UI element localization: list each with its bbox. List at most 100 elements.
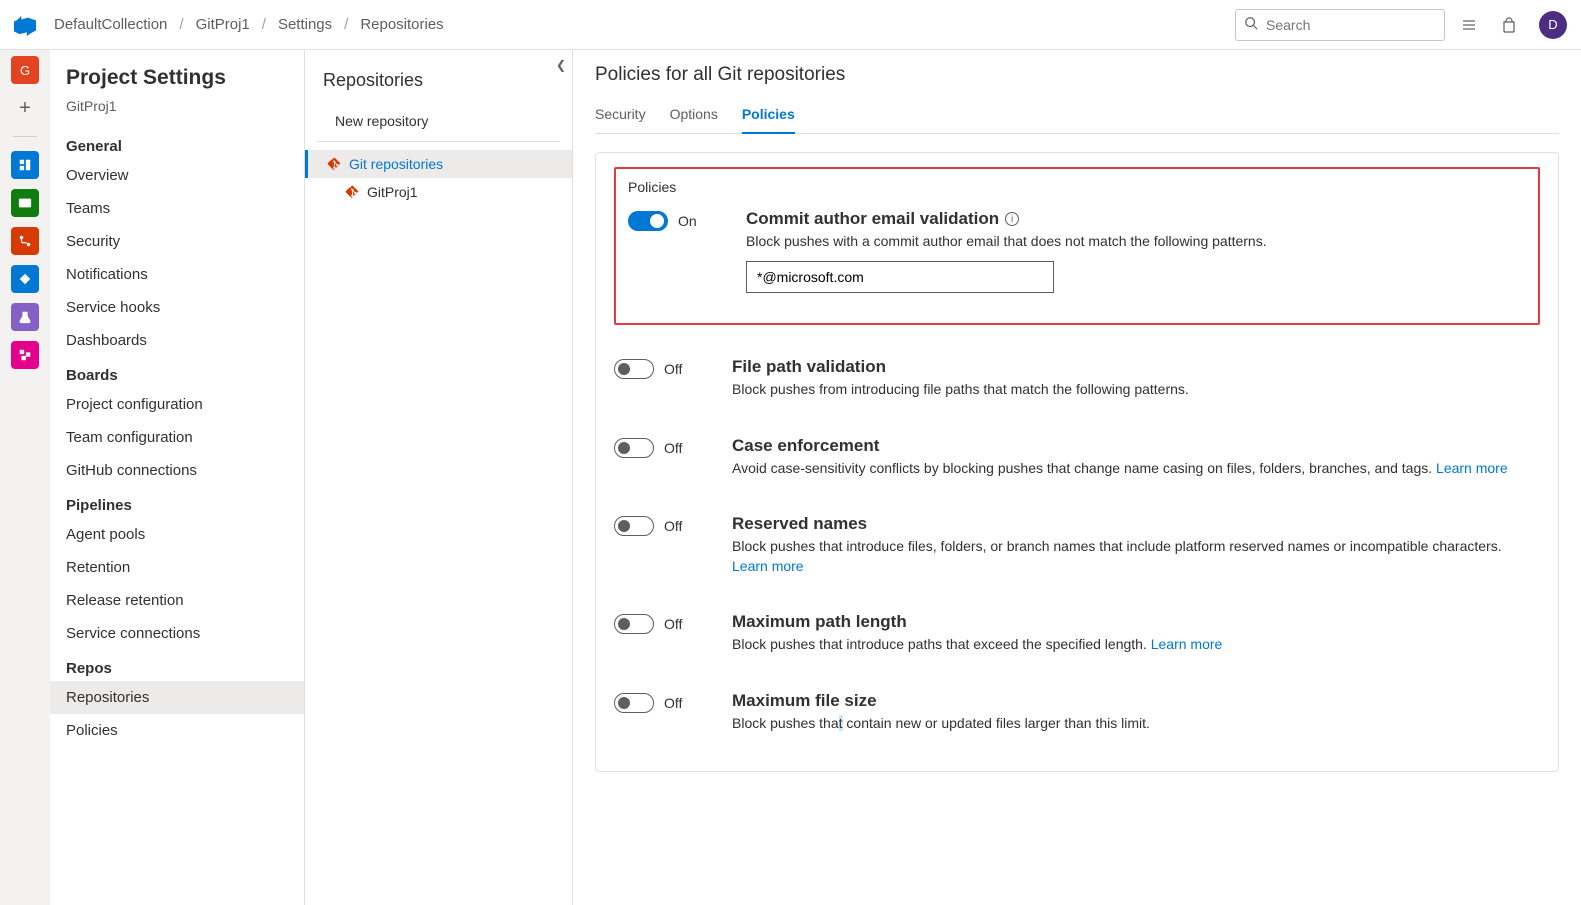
nav-item-service-connections[interactable]: Service connections: [50, 617, 304, 650]
learn-more-link[interactable]: Learn more: [732, 558, 804, 574]
email-pattern-input[interactable]: [746, 261, 1054, 293]
nav-item-policies[interactable]: Policies: [50, 714, 304, 747]
repo-tree-item[interactable]: GitProj1: [305, 178, 572, 206]
rail-add-button[interactable]: +: [11, 94, 39, 122]
policy-description: Block pushes that contain new or updated…: [732, 713, 1150, 733]
breadcrumb-separator: /: [344, 16, 348, 33]
policy-description: Avoid case-sensitivity conflicts by bloc…: [732, 458, 1508, 478]
policy-title: Reserved names: [732, 514, 1540, 534]
repo-pane-title: Repositories: [305, 64, 572, 105]
nav-item-notifications[interactable]: Notifications: [50, 258, 304, 291]
git-icon: [327, 157, 341, 171]
search-icon: [1244, 16, 1258, 33]
rail-divider: [13, 136, 37, 137]
toggle-state-label: Off: [664, 518, 682, 534]
rail-testplans-icon[interactable]: [11, 303, 39, 331]
tab-options[interactable]: Options: [670, 100, 718, 133]
toggle-file-path-validation[interactable]: [614, 359, 654, 379]
breadcrumb: DefaultCollection / GitProj1 / Settings …: [54, 16, 444, 33]
breadcrumb-item[interactable]: Repositories: [360, 16, 443, 33]
policy-case-enforcement: Off Case enforcement Avoid case-sensitiv…: [614, 422, 1540, 492]
breadcrumb-item[interactable]: DefaultCollection: [54, 16, 167, 33]
policy-title: File path validation: [732, 357, 1189, 377]
azure-devops-logo-icon[interactable]: [14, 14, 36, 36]
policy-description: Block pushes from introducing file paths…: [732, 379, 1189, 399]
rail-pipelines-icon[interactable]: [11, 265, 39, 293]
nav-item-teams[interactable]: Teams: [50, 192, 304, 225]
policy-max-file-size: Off Maximum file size Block pushes that …: [614, 677, 1540, 747]
toggle-email-validation[interactable]: [628, 211, 668, 231]
user-avatar[interactable]: D: [1539, 11, 1567, 39]
nav-group-boards: Boards: [50, 357, 304, 388]
nav-item-project-config[interactable]: Project configuration: [50, 388, 304, 421]
breadcrumb-separator: /: [179, 16, 183, 33]
info-icon[interactable]: i: [1005, 212, 1019, 226]
breadcrumb-item[interactable]: Settings: [278, 16, 332, 33]
settings-title: Project Settings: [50, 66, 304, 92]
new-repository-link[interactable]: New repository: [317, 105, 560, 142]
nav-item-overview[interactable]: Overview: [50, 159, 304, 192]
repo-tree-item-label: GitProj1: [367, 184, 418, 200]
nav-rail: G +: [0, 50, 50, 905]
tab-policies[interactable]: Policies: [742, 100, 795, 134]
nav-item-github-connections[interactable]: GitHub connections: [50, 454, 304, 487]
rail-boards-icon[interactable]: [11, 189, 39, 217]
policy-reserved-names: Off Reserved names Block pushes that int…: [614, 500, 1540, 591]
policy-title: Commit author email validation: [746, 209, 999, 229]
toggle-state-label: On: [678, 213, 697, 229]
nav-item-repositories[interactable]: Repositories: [50, 681, 304, 714]
policy-max-path-length: Off Maximum path length Block pushes tha…: [614, 598, 1540, 668]
policy-email-validation: On Commit author email validation i Bloc…: [628, 195, 1526, 307]
nav-item-team-config[interactable]: Team configuration: [50, 421, 304, 454]
git-icon: [345, 185, 359, 199]
highlighted-region: Policies On Commit author email validati…: [614, 167, 1540, 325]
policy-title: Maximum path length: [732, 612, 1222, 632]
breadcrumb-separator: /: [262, 16, 266, 33]
nav-item-service-hooks[interactable]: Service hooks: [50, 291, 304, 324]
learn-more-link[interactable]: Learn more: [1151, 636, 1223, 652]
nav-item-dashboards[interactable]: Dashboards: [50, 324, 304, 357]
shopping-bag-icon[interactable]: [1493, 9, 1525, 41]
toggle-case-enforcement[interactable]: [614, 438, 654, 458]
rail-overview-icon[interactable]: [11, 151, 39, 179]
repo-tree-root[interactable]: Git repositories: [305, 150, 572, 178]
toggle-max-file-size[interactable]: [614, 693, 654, 713]
settings-project-name: GitProj1: [50, 92, 304, 128]
page-title: Policies for all Git repositories: [595, 64, 1559, 86]
nav-group-general: General: [50, 128, 304, 159]
toggle-reserved-names[interactable]: [614, 516, 654, 536]
toggle-max-path-length[interactable]: [614, 614, 654, 634]
rail-repos-icon[interactable]: [11, 227, 39, 255]
toggle-state-label: Off: [664, 361, 682, 377]
repo-tree-root-label: Git repositories: [349, 156, 443, 172]
main-content: Policies for all Git repositories Securi…: [573, 50, 1581, 905]
policy-title: Maximum file size: [732, 691, 1150, 711]
nav-item-security[interactable]: Security: [50, 225, 304, 258]
nav-item-retention[interactable]: Retention: [50, 551, 304, 584]
search-input[interactable]: [1266, 17, 1447, 33]
panel-title: Policies: [628, 179, 1526, 195]
policy-title: Case enforcement: [732, 436, 1508, 456]
repo-tree: Git repositories GitProj1: [305, 148, 572, 206]
nav-group-repos: Repos: [50, 650, 304, 681]
collapse-pane-icon[interactable]: ❮: [556, 58, 566, 72]
breadcrumb-item[interactable]: GitProj1: [196, 16, 250, 33]
rail-artifacts-icon[interactable]: [11, 341, 39, 369]
settings-nav: Project Settings GitProj1 General Overvi…: [50, 50, 305, 905]
search-box[interactable]: [1235, 9, 1445, 41]
nav-item-agent-pools[interactable]: Agent pools: [50, 518, 304, 551]
nav-group-pipelines: Pipelines: [50, 487, 304, 518]
tab-bar: Security Options Policies: [595, 100, 1559, 134]
policy-description: Block pushes that introduce paths that e…: [732, 634, 1222, 654]
topbar: DefaultCollection / GitProj1 / Settings …: [0, 0, 1581, 50]
tab-security[interactable]: Security: [595, 100, 646, 133]
toggle-state-label: Off: [664, 695, 682, 711]
policy-description: Block pushes with a commit author email …: [746, 231, 1267, 251]
list-icon[interactable]: [1453, 9, 1485, 41]
nav-item-release-retention[interactable]: Release retention: [50, 584, 304, 617]
rail-project-tile[interactable]: G: [11, 56, 39, 84]
repositories-pane: ❮ Repositories New repository Git reposi…: [305, 50, 573, 905]
toggle-state-label: Off: [664, 616, 682, 632]
learn-more-link[interactable]: Learn more: [1436, 460, 1508, 476]
policy-file-path-validation: Off File path validation Block pushes fr…: [614, 343, 1540, 413]
